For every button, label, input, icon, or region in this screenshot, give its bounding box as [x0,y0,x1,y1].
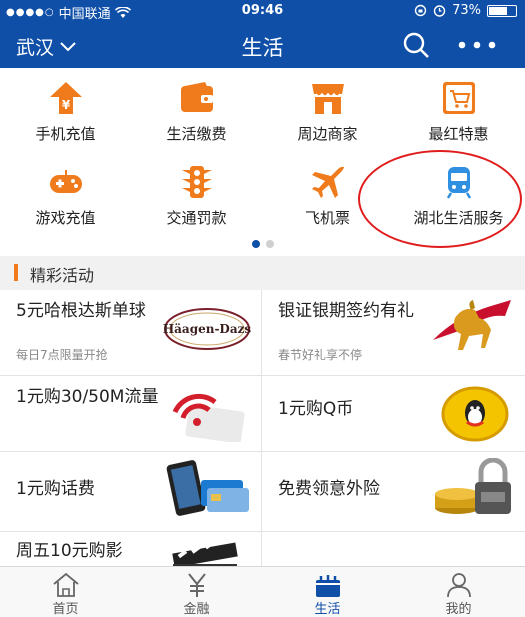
status-bar: ●●●●○ 中国联通 09:46 73% [0,0,525,22]
service-label: 湖北生活服务 [413,209,504,227]
wallet-icon [181,82,213,112]
service-nearby-shops[interactable]: 周边商家 [262,68,393,152]
home-icon [53,572,79,597]
promo-title: 免费领意外险 [278,479,380,499]
gamepad-icon [50,170,82,193]
service-label: 飞机票 [304,209,350,227]
service-traffic-fines[interactable]: 交通罚款 [131,152,262,236]
promo-row: 5元哈根达斯单球 每日7点限量开抢 Häagen-Dazs 银证银期签约有礼 春… [0,290,525,376]
shop-icon [312,84,344,114]
wifi-signal-image [172,393,245,442]
page-title: 生活 [241,36,284,60]
promo-subtitle: 每日7点限量开抢 [16,348,108,362]
service-label: 游戏充值 [35,209,96,227]
promo-free-insurance[interactable]: 免费领意外险 [262,452,525,531]
svg-text:Häagen-Dazs: Häagen-Dazs [163,322,251,336]
padlock-coins-image [435,458,511,514]
promo-row: 1元购30/50M流量 1元购Q币 [0,376,525,452]
service-label: 手机充值 [35,125,96,143]
traffic-light-icon [182,166,212,198]
promo-movie-tickets[interactable]: 周五10元购影 [0,532,262,566]
promo-qq-coins[interactable]: 1元购Q币 [262,376,525,451]
page-dot[interactable] [265,240,274,248]
nav-bar: 武汉 生活 [0,22,525,68]
page-dot-active[interactable] [251,240,260,248]
battery-percent: 73% [452,3,481,18]
tab-label: 金融 [183,602,210,617]
train-icon [446,167,472,199]
service-label: 交通罚款 [166,209,227,227]
section-accent-bar [14,264,18,281]
section-header: 精彩活动 [0,256,525,290]
tab-home[interactable]: 首页 [0,567,131,617]
promo-bank-signup[interactable]: 银证银期签约有礼 春节好礼享不停 [262,290,525,375]
tab-life[interactable]: 生活 [262,567,393,617]
service-hot-deals[interactable]: 最红特惠 [393,68,524,152]
phone-recharge-icon: ¥ [50,82,82,114]
service-utility-payment[interactable]: 生活缴费 [131,68,262,152]
search-icon [403,32,429,58]
promo-phone-credit[interactable]: 1元购话费 [0,452,262,531]
more-button[interactable] [456,30,500,60]
section-title: 精彩活动 [30,266,95,285]
profile-icon [447,573,471,598]
life-bag-icon [316,575,340,597]
rotation-lock-icon [414,4,427,17]
promo-title: 1元购话费 [16,479,95,499]
tab-label: 生活 [314,602,341,617]
promo-empty-slot [262,532,525,566]
tab-label: 我的 [445,602,472,617]
search-button[interactable] [400,30,432,60]
promo-title: 1元购Q币 [278,399,354,419]
haagen-dazs-logo: Häagen-Dazs [163,308,251,350]
promo-title: 1元购30/50M流量 [16,387,159,407]
service-grid: ¥ 手机充值 生活缴费 周边商家 最红特惠 游戏充值 交通罚款 飞机票 湖北生活… [0,68,525,256]
golden-horse-image [433,300,511,350]
tab-finance[interactable]: 金融 [131,567,262,617]
tab-label: 首页 [52,602,79,617]
tab-bar: 首页 金融 生活 我的 [0,566,525,617]
svg-text:¥: ¥ [62,98,71,112]
service-label: 生活缴费 [166,125,227,143]
promo-row: 1元购话费 免费领意外险 [0,452,525,532]
service-label: 最红特惠 [428,125,489,143]
service-air-tickets[interactable]: 飞机票 [262,152,393,236]
promo-title: 5元哈根达斯单球 [16,301,146,321]
promo-row: 周五10元购影 [0,532,525,566]
battery-icon [487,4,517,17]
service-game-recharge[interactable]: 游戏充值 [0,152,131,236]
status-right: 73% [414,3,517,18]
alarm-icon [433,5,446,17]
shopping-cart-icon [443,82,475,114]
promo-subtitle: 春节好礼享不停 [278,348,363,362]
promo-haagen-dazs[interactable]: 5元哈根达斯单球 每日7点限量开抢 Häagen-Dazs [0,290,262,375]
service-label: 周边商家 [297,125,358,143]
battery-fill [489,6,508,15]
promotions-list: 5元哈根达斯单球 每日7点限量开抢 Häagen-Dazs 银证银期签约有礼 春… [0,290,525,566]
yuan-icon [188,573,206,597]
airplane-icon [312,166,344,198]
promo-title: 银证银期签约有礼 [278,301,414,321]
page-indicator [0,240,525,248]
tab-mine[interactable]: 我的 [393,567,524,617]
service-hubei-life[interactable]: 湖北生活服务 [393,152,524,236]
more-dots-icon [458,41,496,49]
phone-and-cards-image [166,460,249,516]
promo-data-plan[interactable]: 1元购30/50M流量 [0,376,262,451]
qq-coin-image [441,386,509,442]
film-clapper-image [172,536,238,566]
service-phone-recharge[interactable]: ¥ 手机充值 [0,68,131,152]
